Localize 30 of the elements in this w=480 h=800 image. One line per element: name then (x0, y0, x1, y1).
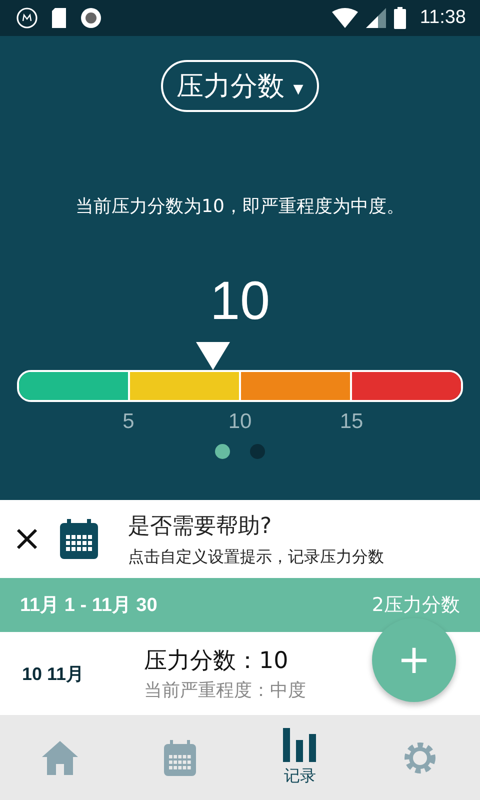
entry-title: 压力分数：10 (144, 647, 290, 676)
bar-chart-icon (283, 728, 317, 762)
home-icon (42, 740, 78, 774)
score-type-dropdown[interactable]: 压力分数 ▾ (160, 60, 320, 112)
scale-tick-label: 5 (122, 410, 134, 434)
wifi-icon (332, 8, 358, 28)
entry-subtitle: 当前严重程度：中度 (144, 679, 306, 702)
nav-tab[interactable]: 记录 (240, 715, 360, 800)
calendar-icon (164, 740, 196, 776)
settings-icon (403, 740, 437, 774)
help-text: 点击自定义设置提示，记录压力分数 (128, 546, 384, 568)
scale-tick-label: 10 (228, 410, 252, 434)
score-description: 当前压力分数为10，即严重程度为中度。 (76, 195, 404, 218)
close-icon[interactable] (16, 528, 38, 550)
help-title: 是否需要帮助? (128, 512, 273, 540)
page-indicator-dot[interactable] (215, 444, 230, 459)
notification-icon (16, 7, 38, 29)
score-value: 10 (210, 274, 270, 328)
clock: 11:38 (420, 7, 466, 29)
nav-label: 记录 (284, 766, 316, 787)
record-icon (80, 7, 102, 29)
signal-icon (366, 8, 386, 28)
entry-count: 2压力分数 (372, 593, 460, 618)
battery-icon (394, 7, 406, 29)
calendar-icon (60, 519, 98, 559)
scale-tick-label: 15 (340, 410, 364, 434)
entry-date: 10 11月 (22, 662, 86, 686)
date-range: 11月 1 - 11月 30 (20, 594, 158, 618)
page-indicator-dot[interactable] (250, 444, 265, 459)
sd-card-icon (50, 7, 68, 29)
